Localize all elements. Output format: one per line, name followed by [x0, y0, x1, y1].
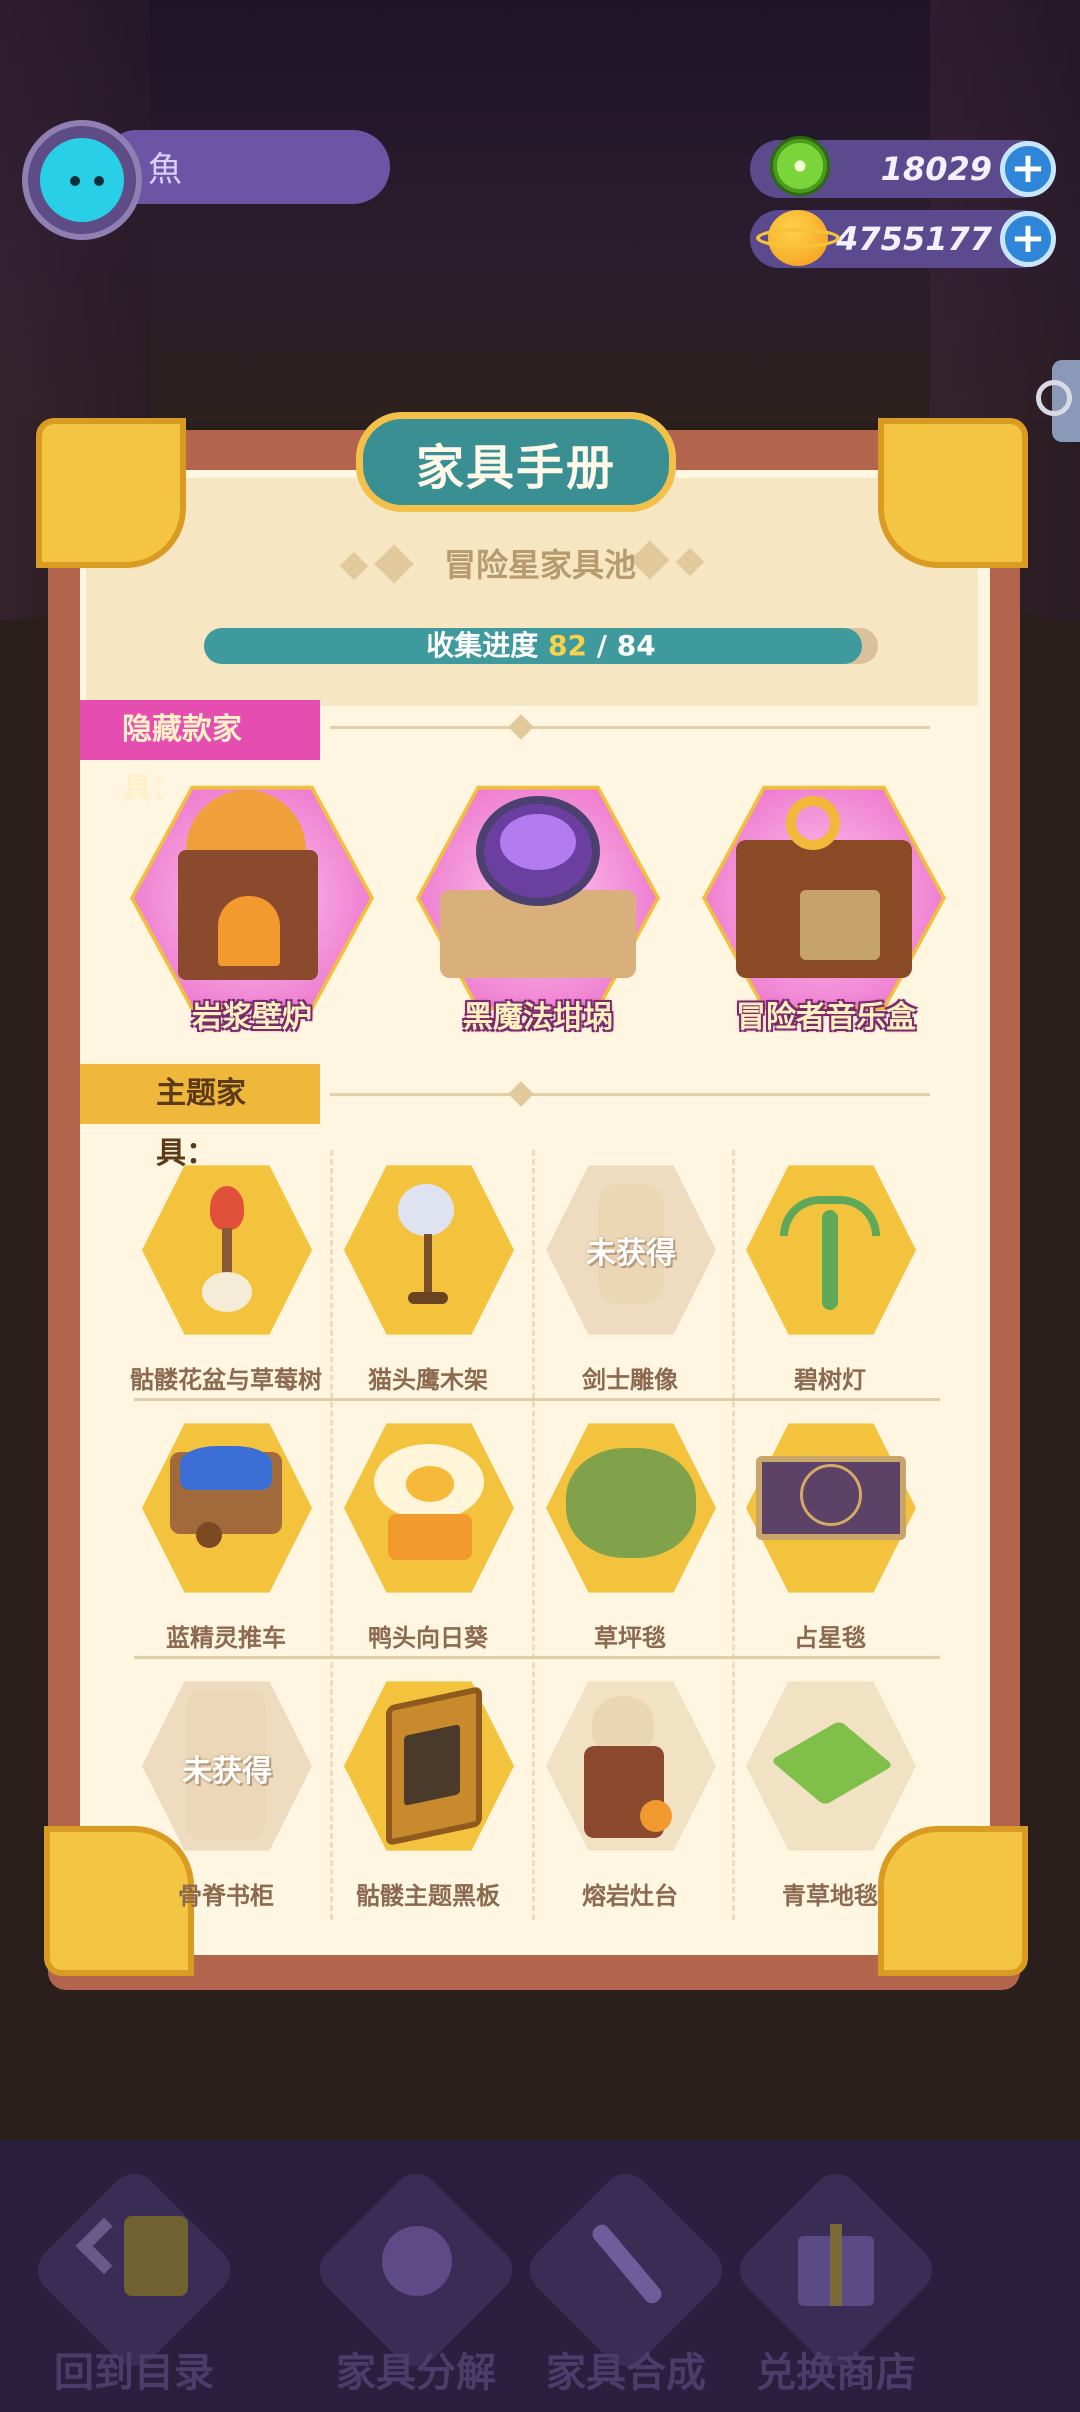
page-header-band [86, 478, 978, 706]
theme-item-label: 猫头鹰木架 [368, 1366, 488, 1394]
progress-current: 82 [548, 629, 588, 662]
add-planet-coin-button[interactable]: + [1000, 211, 1056, 267]
grid-row-divider [134, 1656, 940, 1659]
book-icon [124, 2216, 188, 2296]
theme-item-label: 骨脊书柜 [178, 1882, 274, 1910]
craft-button[interactable] [519, 2163, 733, 2377]
perch-stand-icon [424, 1234, 432, 1300]
grid-divider [330, 1150, 333, 1920]
frame-corner-icon [36, 418, 186, 568]
progress-total: 84 [616, 629, 656, 662]
add-green-coin-button[interactable]: + [1000, 141, 1056, 197]
cat-avatar-icon [50, 160, 114, 208]
planet-coin-value: 4755177 [836, 220, 992, 258]
puzzle-icon [382, 2226, 452, 2296]
theme-item-label: 熔岩灶台 [582, 1882, 678, 1910]
craft-label[interactable]: 家具合成 [516, 2340, 736, 2398]
frame-corner-icon [878, 418, 1028, 568]
strawberry-tree-icon [210, 1186, 244, 1230]
cart-wheel-icon [196, 1522, 222, 1548]
pool-title: 冒险星家具池 [443, 546, 636, 584]
exchange-shop-button[interactable] [729, 2163, 943, 2377]
gift-ribbon-icon [830, 2224, 842, 2306]
cat-eye-icon [94, 176, 104, 186]
wind-key-icon [786, 796, 840, 850]
hidden-item-label: 冒险者音乐盒 [736, 1000, 916, 1035]
cat-eye-icon [70, 176, 80, 186]
theme-section-title: 主题家具： [80, 1064, 320, 1171]
progress-text: 收集进度 [426, 629, 539, 662]
theme-item-label: 青草地毯 [782, 1882, 878, 1910]
progress-label: 收集进度 82 / 84 [204, 628, 878, 664]
section-divider [330, 726, 930, 729]
hidden-item-label: 岩浆壁炉 [192, 1000, 312, 1035]
theme-item-label: 骷髅花盆与草莓树 [130, 1366, 322, 1394]
potion-icon [500, 814, 576, 870]
back-to-catalog-button[interactable] [27, 2163, 241, 2377]
theme-item-label: 草坪毯 [594, 1624, 666, 1652]
flower-pot-icon [388, 1514, 472, 1560]
green-coin-icon [770, 136, 830, 196]
grid-divider [532, 1150, 535, 1920]
progress-separator: / [596, 629, 607, 662]
stage-icon [800, 890, 880, 960]
hidden-item-label: 黑魔法坩埚 [463, 1000, 613, 1035]
theme-item-label: 剑士雕像 [582, 1366, 678, 1394]
skull-top-icon [592, 1696, 654, 1750]
grid-divider [732, 1150, 735, 1920]
hidden-section-title: 隐藏款家具： [80, 700, 320, 807]
page-title: 家具手册 [415, 440, 616, 496]
locked-label: 未获得 [182, 1754, 272, 1789]
decompose-label[interactable]: 家具分解 [306, 2340, 526, 2398]
star-circle-icon [800, 1464, 862, 1526]
board-surface-icon [404, 1724, 460, 1806]
locked-label: 未获得 [586, 1236, 676, 1271]
grid-row-divider [134, 1398, 940, 1401]
skull-pot-icon [202, 1272, 252, 1312]
profile-bar[interactable] [100, 130, 390, 204]
green-coin-value: 18029 [880, 150, 992, 188]
flame-icon [640, 1800, 672, 1832]
side-tab-icon[interactable] [1036, 380, 1072, 416]
player-name: 魚 [148, 150, 182, 190]
exchange-shop-label[interactable]: 兑换商店 [726, 2340, 946, 2398]
fire-icon [218, 896, 280, 966]
section-divider [330, 1093, 930, 1096]
decompose-button[interactable] [309, 2163, 523, 2377]
theme-item-label: 骷髅主题黑板 [356, 1882, 500, 1910]
theme-item-label: 碧树灯 [794, 1366, 866, 1394]
owl-perch-icon [398, 1184, 454, 1236]
theme-item-label: 占星毯 [794, 1624, 866, 1652]
planet-ring-icon [756, 228, 840, 248]
theme-item-label: 蓝精灵推车 [166, 1624, 286, 1652]
theme-item-label: 鸭头向日葵 [368, 1624, 488, 1652]
back-to-catalog-label[interactable]: 回到目录 [24, 2340, 244, 2398]
duck-head-icon [406, 1466, 454, 1502]
lawn-rug-icon [566, 1448, 696, 1558]
blue-crystals-icon [180, 1446, 272, 1490]
perch-base-icon [408, 1292, 448, 1304]
